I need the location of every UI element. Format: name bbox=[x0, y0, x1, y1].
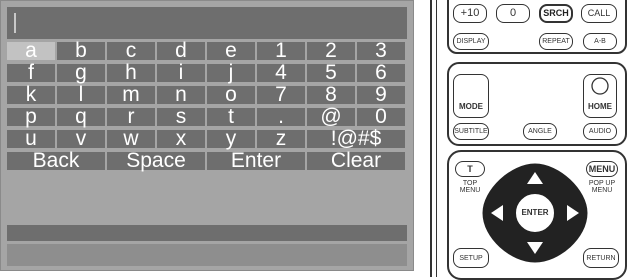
keyboard-footer-bar bbox=[7, 225, 407, 241]
angle-button[interactable]: ANGLE bbox=[523, 123, 557, 140]
key-0-0[interactable]: a bbox=[7, 40, 55, 61]
key-0-2[interactable]: c bbox=[107, 40, 155, 61]
key-1-5[interactable]: 4 bbox=[257, 62, 305, 83]
audio-button[interactable]: AUDIO bbox=[583, 123, 617, 140]
key-3-0[interactable]: p bbox=[7, 106, 55, 127]
key-2-2[interactable]: m bbox=[107, 84, 155, 105]
key-4-2[interactable]: w bbox=[107, 128, 155, 149]
key-3-2[interactable]: r bbox=[107, 106, 155, 127]
key-4-6[interactable]: !@#$ bbox=[307, 128, 405, 149]
zero-button[interactable]: 0 bbox=[496, 4, 530, 23]
mode-button[interactable]: MODE bbox=[453, 74, 489, 118]
text-cursor bbox=[14, 13, 16, 33]
enter-key[interactable]: Enter bbox=[207, 150, 305, 171]
key-2-7[interactable]: 9 bbox=[357, 84, 405, 105]
key-0-1[interactable]: b bbox=[57, 40, 105, 61]
key-4-3[interactable]: x bbox=[157, 128, 205, 149]
key-2-6[interactable]: 8 bbox=[307, 84, 355, 105]
key-grid: a b c d e 1 2 3 f g h i j 4 5 6 k l m n o 7 8 9 p q r s t. @0 u v w x y z !@… bbox=[7, 40, 407, 171]
key-1-6[interactable]: 5 bbox=[307, 62, 355, 83]
search-button[interactable]: SRCH bbox=[539, 4, 573, 23]
key-0-5[interactable]: 1 bbox=[257, 40, 305, 61]
key-2-1[interactable]: l bbox=[57, 84, 105, 105]
key-1-4[interactable]: j bbox=[207, 62, 255, 83]
call-button[interactable]: CALL bbox=[581, 4, 617, 23]
setup-button[interactable]: SETUP bbox=[453, 248, 489, 268]
key-3-5[interactable]: . bbox=[257, 106, 305, 127]
space-key[interactable]: Space bbox=[107, 150, 205, 171]
key-1-7[interactable]: 6 bbox=[357, 62, 405, 83]
plus10-button[interactable]: +10 bbox=[453, 4, 487, 23]
key-1-3[interactable]: i bbox=[157, 62, 205, 83]
keyboard-bottom-bar bbox=[7, 244, 407, 266]
key-0-6[interactable]: 2 bbox=[307, 40, 355, 61]
key-3-4[interactable]: t bbox=[207, 106, 255, 127]
key-0-7[interactable]: 3 bbox=[357, 40, 405, 61]
key-3-6[interactable]: @ bbox=[307, 106, 355, 127]
subtitle-button[interactable]: SUBTITLE bbox=[453, 123, 489, 140]
key-1-0[interactable]: f bbox=[7, 62, 55, 83]
home-circle-icon bbox=[591, 77, 609, 95]
key-1-1[interactable]: g bbox=[57, 62, 105, 83]
key-2-3[interactable]: n bbox=[157, 84, 205, 105]
key-1-2[interactable]: h bbox=[107, 62, 155, 83]
frame-divider bbox=[430, 0, 432, 277]
key-0-3[interactable]: d bbox=[157, 40, 205, 61]
remote-control: +10 0 SRCH CALL DISPLAY REPEAT A-B MODE … bbox=[443, 0, 629, 280]
display-button[interactable]: DISPLAY bbox=[453, 33, 489, 50]
search-text-field[interactable] bbox=[7, 7, 407, 39]
key-4-1[interactable]: v bbox=[57, 128, 105, 149]
key-2-5[interactable]: 7 bbox=[257, 84, 305, 105]
clear-key[interactable]: Clear bbox=[307, 150, 405, 171]
repeat-button[interactable]: REPEAT bbox=[539, 33, 573, 50]
key-4-4[interactable]: y bbox=[207, 128, 255, 149]
key-2-4[interactable]: o bbox=[207, 84, 255, 105]
key-3-7[interactable]: 0 bbox=[357, 106, 405, 127]
frame-divider bbox=[436, 0, 437, 277]
ab-button[interactable]: A-B bbox=[583, 33, 617, 50]
key-4-5[interactable]: z bbox=[257, 128, 305, 149]
return-button[interactable]: RETURN bbox=[583, 248, 619, 268]
on-screen-keyboard: a b c d e 1 2 3 f g h i j 4 5 6 k l m n o 7 8 9 p q r s t. @0 u v w x y z !@… bbox=[0, 0, 414, 271]
key-4-0[interactable]: u bbox=[7, 128, 55, 149]
home-button-label: HOME bbox=[588, 102, 612, 111]
key-3-3[interactable]: s bbox=[157, 106, 205, 127]
enter-button[interactable]: ENTER bbox=[515, 194, 555, 232]
key-0-4[interactable]: e bbox=[207, 40, 255, 61]
key-3-1[interactable]: q bbox=[57, 106, 105, 127]
back-key[interactable]: Back bbox=[7, 150, 105, 171]
key-2-0[interactable]: k bbox=[7, 84, 55, 105]
